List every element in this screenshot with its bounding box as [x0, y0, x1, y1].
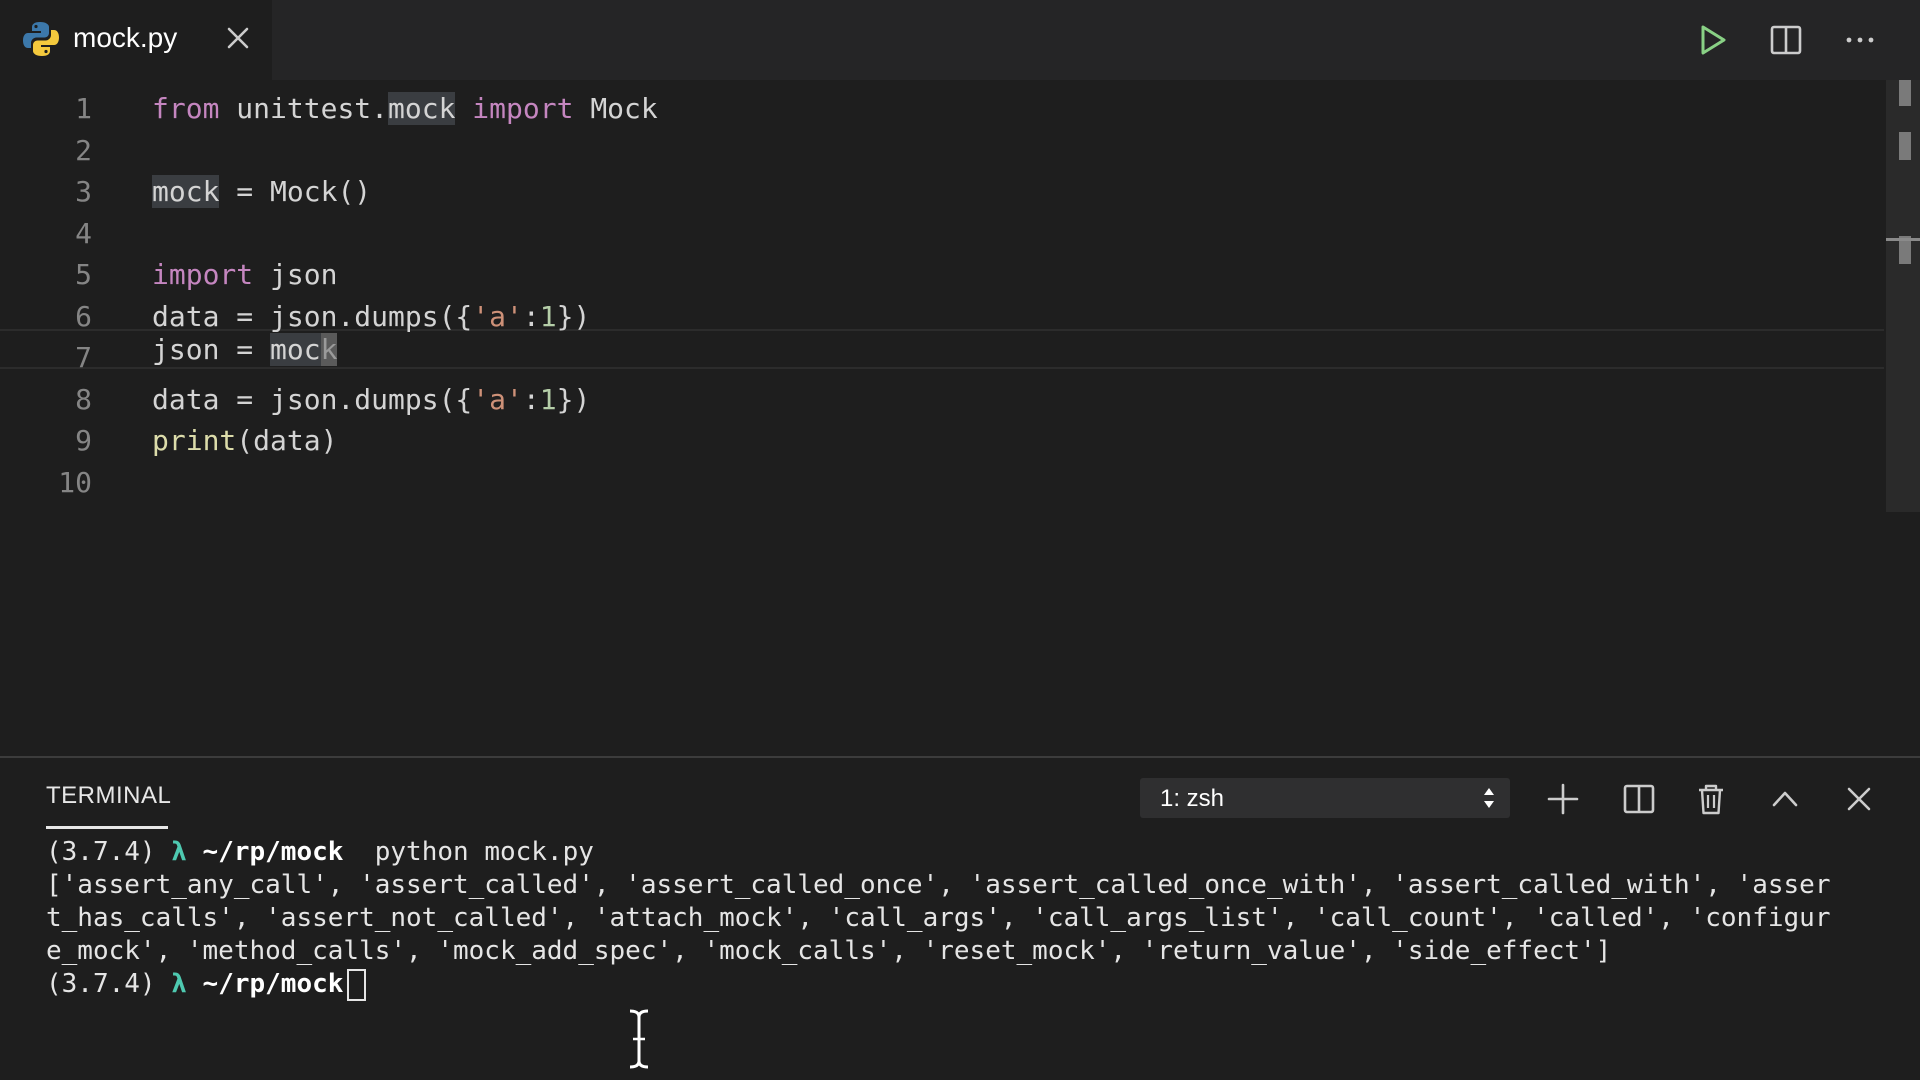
plus-icon[interactable]	[1544, 780, 1582, 818]
line-number: 1	[75, 92, 92, 125]
split-terminal-icon[interactable]	[1620, 780, 1658, 818]
terminal-cursor	[347, 968, 367, 1001]
ibeam-cursor-icon	[629, 1009, 649, 1069]
code-line-8: data = json.dumps({'a':1})	[152, 379, 590, 421]
identifier: Mock	[573, 92, 658, 125]
terminal-command: python mock.py	[343, 837, 594, 867]
prompt-lambda: λ	[171, 837, 187, 867]
code-line-5: import json	[152, 254, 337, 296]
terminal-panel: TERMINAL 1: zsh (3.7.4) λ ~/rp/mock pyth…	[0, 756, 1920, 1080]
code-text: (data)	[236, 424, 338, 457]
chevron-up-icon[interactable]	[1766, 780, 1804, 818]
highlighted-word: mock	[388, 92, 456, 125]
terminal-select-value: 1: zsh	[1160, 785, 1225, 812]
code-text: json =	[152, 333, 271, 366]
code-line-1: from unittest.mock import Mock	[152, 88, 658, 130]
line-number: 10	[58, 466, 92, 499]
code-text: :	[522, 300, 540, 333]
string-literal: 'a'	[472, 300, 523, 333]
line-number: 8	[75, 383, 92, 416]
terminal-select[interactable]: 1: zsh	[1140, 778, 1510, 818]
text-cursor: k	[320, 333, 338, 366]
keyword: import	[152, 258, 254, 291]
split-editor-icon[interactable]	[1766, 20, 1806, 60]
editor-tab-mock-py[interactable]: mock.py	[0, 0, 272, 80]
tab-filename: mock.py	[73, 22, 178, 53]
python-env: (3.7.4)	[46, 969, 172, 999]
code-line-3: mock = Mock()	[152, 171, 371, 213]
close-icon[interactable]	[222, 22, 254, 54]
module-name: unittest.	[219, 92, 389, 125]
code-text: :	[522, 383, 540, 416]
line-number: 6	[75, 300, 92, 333]
code-text: data = json.dumps({	[152, 383, 473, 416]
line-number: 4	[75, 217, 92, 250]
number-literal: 1	[539, 383, 557, 416]
editor-tab-bar: mock.py	[0, 0, 1920, 80]
terminal-command-line: (3.7.4) λ ~/rp/mock python mock.py	[46, 836, 1876, 869]
line-number: 9	[75, 424, 92, 457]
code-editor[interactable]: 1 2 3 4 5 6 7 8 9 10 from unittest.mock …	[0, 80, 1920, 756]
prompt-path: ~/rp/mock	[186, 837, 344, 867]
line-number: 7	[75, 341, 92, 374]
code-line-7: json = mock	[152, 329, 338, 371]
terminal-output-line: e_mock', 'method_calls', 'mock_add_spec'…	[46, 936, 1612, 966]
code-text: })	[556, 383, 591, 416]
keyword: import	[455, 92, 574, 125]
code-line-9: print(data)	[152, 420, 337, 462]
prompt-path: ~/rp/mock	[186, 969, 344, 999]
terminal-output[interactable]: (3.7.4) λ ~/rp/mock python mock.py ['ass…	[46, 836, 1876, 1001]
highlighted-word: moc	[270, 333, 321, 366]
prompt-lambda: λ	[171, 969, 187, 999]
editor-scrollbar[interactable]	[1886, 80, 1920, 512]
active-tab-underline	[46, 826, 168, 829]
run-icon[interactable]	[1692, 20, 1732, 60]
keyword: from	[152, 92, 220, 125]
terminal-output-line: t_has_calls', 'assert_not_called', 'atta…	[46, 903, 1831, 933]
close-icon[interactable]	[1840, 780, 1878, 818]
line-number: 2	[75, 134, 92, 167]
terminal-output-line: ['assert_any_call', 'assert_called', 'as…	[46, 870, 1831, 900]
trash-icon[interactable]	[1692, 780, 1730, 818]
terminal-prompt-line: (3.7.4) λ ~/rp/mock	[46, 968, 1876, 1001]
python-logo-icon	[23, 22, 59, 56]
highlighted-word: mock	[152, 175, 220, 208]
more-actions-icon[interactable]	[1840, 20, 1880, 60]
code-text: json	[253, 258, 338, 291]
code-text: })	[556, 300, 591, 333]
python-env: (3.7.4)	[46, 837, 172, 867]
chevron-updown-icon	[1484, 788, 1494, 808]
line-number: 5	[75, 258, 92, 291]
code-text: = Mock()	[219, 175, 372, 208]
number-literal: 1	[539, 300, 557, 333]
scrollbar-marker	[1899, 80, 1911, 106]
scrollbar-marker	[1899, 132, 1911, 160]
function-name: print	[152, 424, 237, 457]
panel-tab-terminal[interactable]: TERMINAL	[46, 782, 171, 810]
string-literal: 'a'	[472, 383, 523, 416]
scrollbar-cursor-marker	[1886, 238, 1920, 241]
line-number: 3	[75, 175, 92, 208]
